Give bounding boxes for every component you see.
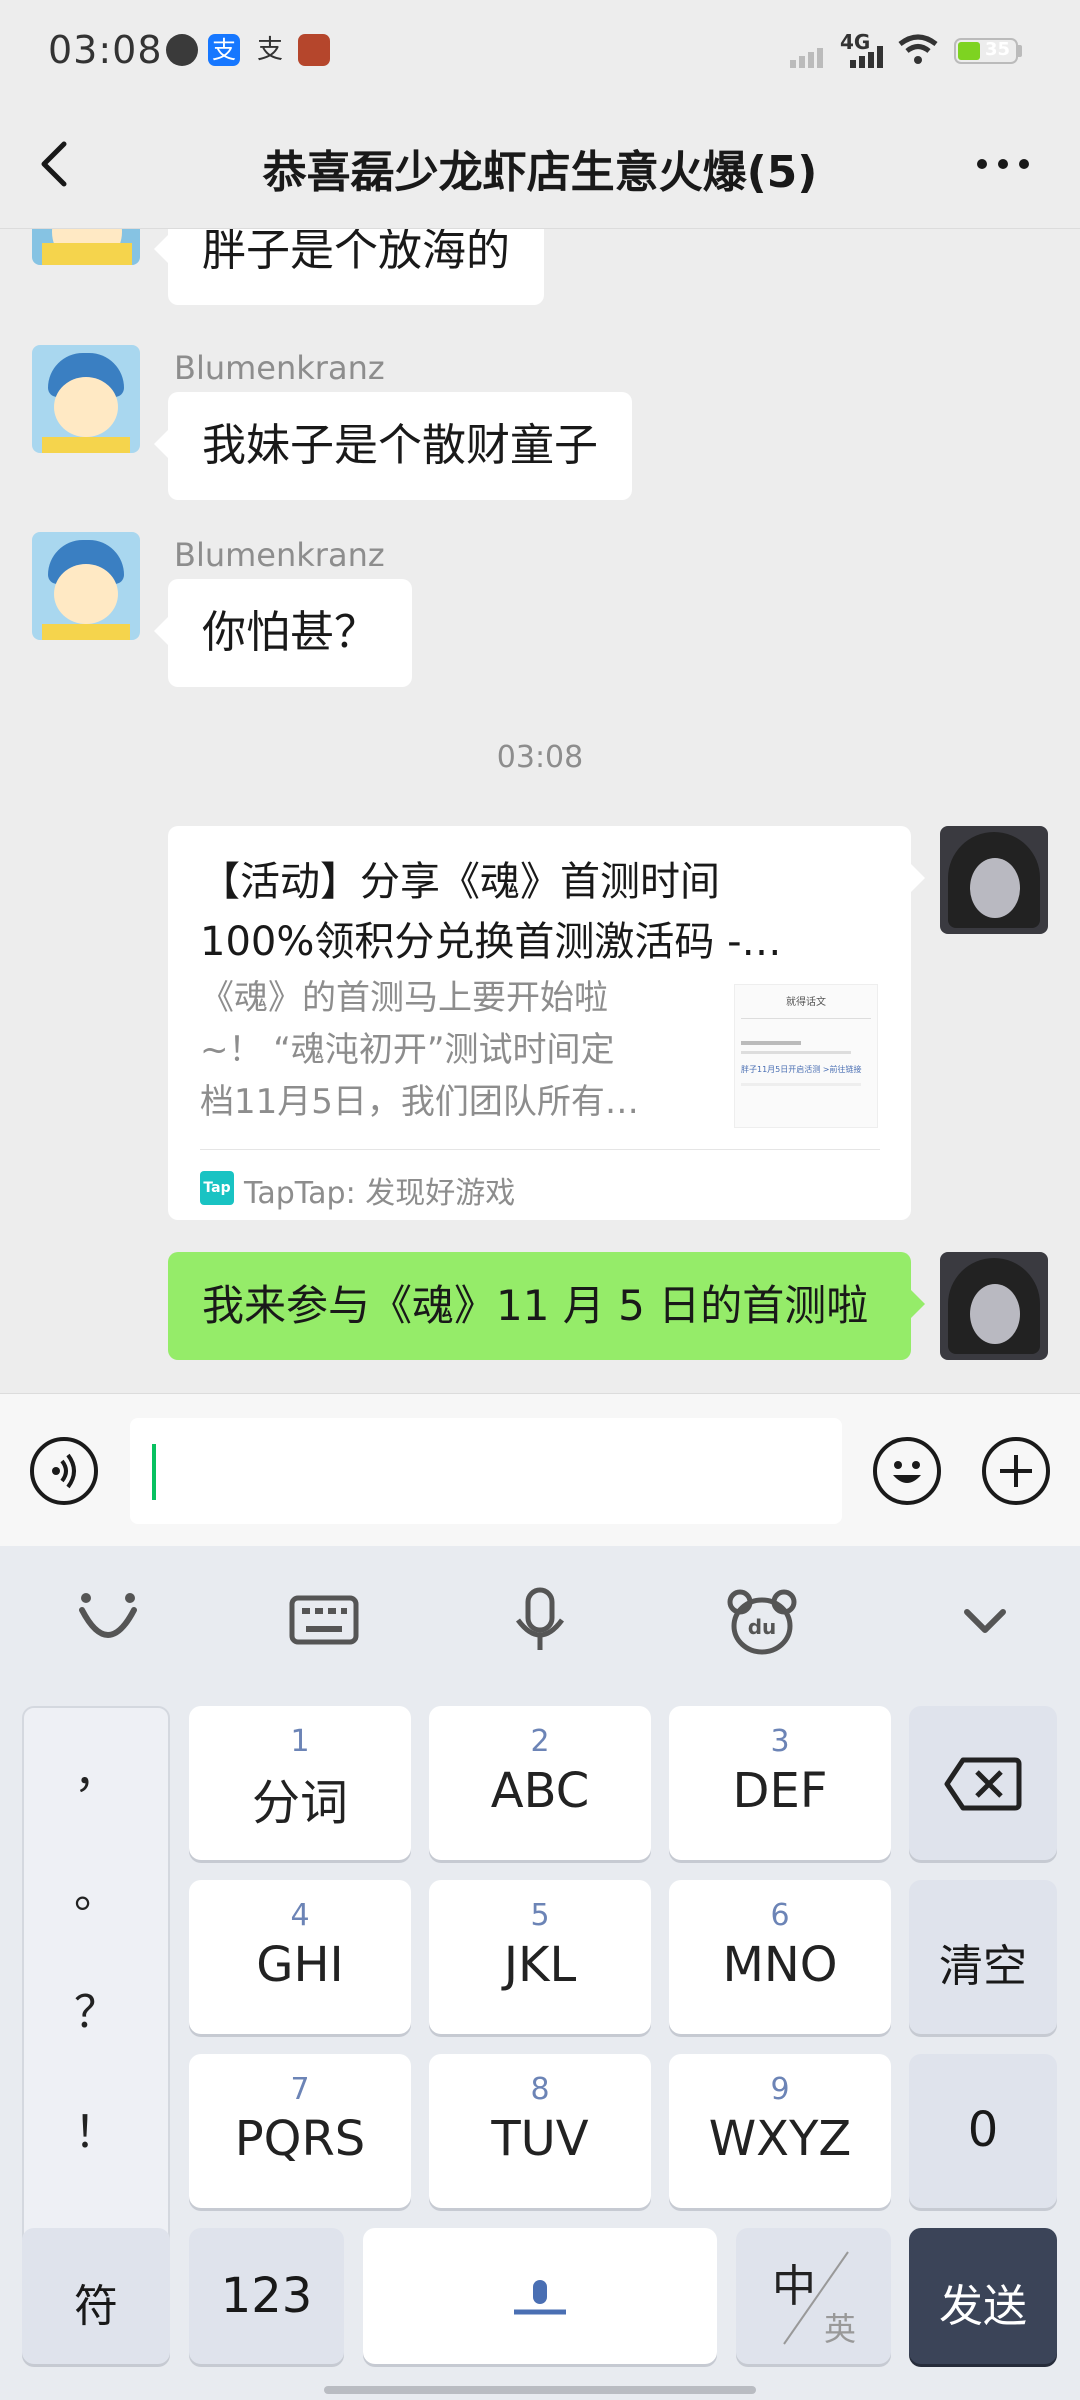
link-card-description: 《魂》的首测马上要开始啦 ~！ “魂沌初开”测试时间定 档11月5日，我们团队所…	[200, 978, 639, 1122]
chat-header: 恭喜磊少龙虾店生意火爆(5)	[0, 100, 1080, 229]
game-app-icon	[298, 34, 330, 66]
send-key[interactable]: 发送	[909, 2228, 1057, 2364]
status-bar: 03:08 支 支 4G 35	[0, 0, 1080, 100]
message-bubble[interactable]: 我妹子是个散财童子	[154, 392, 632, 500]
chat-title: 恭喜磊少龙虾店生意火爆(5)	[262, 147, 818, 198]
key-1[interactable]: 1 分词	[189, 1706, 411, 1860]
self-avatar[interactable]	[940, 1252, 1048, 1360]
key-5[interactable]: 5 JKL	[429, 1880, 651, 2034]
home-indicator[interactable]	[324, 2386, 756, 2394]
space-key[interactable]	[363, 2228, 717, 2364]
keyboard-layout-icon[interactable]	[284, 1580, 364, 1660]
divider	[200, 1149, 880, 1150]
key-8[interactable]: 8 TUV	[429, 2054, 651, 2208]
signal-weak-icon	[790, 48, 823, 68]
message-list[interactable]: 胖子是个放海的 Blumenkranz 我妹子是个散财童子 Blumenkran…	[0, 229, 1080, 1393]
backspace-key[interactable]	[909, 1706, 1057, 1860]
message-bubble[interactable]: 胖子是个放海的	[154, 229, 544, 305]
backspace-icon	[944, 1757, 1022, 1811]
key-4[interactable]: 4 GHI	[189, 1880, 411, 2034]
battery-icon: 35	[954, 38, 1018, 64]
key-7[interactable]: 7 PQRS	[189, 2054, 411, 2208]
keyboard: du ， 。 ？ ！ 1 分词 2 ABC 3 DEF 4 GHI 5 JKL 6 MNO …	[0, 1546, 1080, 2400]
text-cursor	[152, 1444, 156, 1500]
sender-name: Blumenkranz	[174, 349, 385, 387]
message-bubble[interactable]: 你怕甚？	[154, 579, 412, 687]
avatar[interactable]	[32, 532, 140, 640]
input-bar	[0, 1393, 1080, 1547]
wifi-icon	[898, 34, 938, 64]
voice-input-icon[interactable]	[30, 1437, 98, 1505]
battery-level: 35	[984, 39, 1010, 60]
taptap-icon: Tap	[200, 1171, 234, 1205]
message-input[interactable]	[130, 1418, 842, 1524]
zero-key[interactable]: 0	[909, 2054, 1057, 2208]
avatar[interactable]	[32, 345, 140, 453]
battery-tip	[1018, 45, 1022, 57]
punct-key[interactable]: 。	[24, 1856, 168, 1920]
collapse-keyboard-icon[interactable]	[945, 1580, 1025, 1660]
link-card-thumbnail: 就得话文 胖子11月5日开启活测 >前往链接	[734, 984, 878, 1128]
key-2[interactable]: 2 ABC	[429, 1706, 651, 1860]
language-switch-key[interactable]: 中 英	[736, 2228, 891, 2364]
punct-key[interactable]: ！	[24, 2096, 168, 2160]
keyboard-emoji-icon[interactable]	[68, 1580, 148, 1660]
link-card-title: 【活动】分享《魂》首测时间 100%领积分兑换首测激活码 -…	[200, 859, 782, 965]
alipay-outline-icon: 支	[256, 35, 283, 65]
punctuation-column[interactable]: ， 。 ？ ！	[22, 1706, 170, 2254]
key-6[interactable]: 6 MNO	[669, 1880, 891, 2034]
signal-icon	[850, 46, 883, 68]
link-card-source: TapTap: 发现好游戏	[244, 1176, 516, 1211]
punct-key[interactable]: ，	[24, 1736, 168, 1800]
clear-key[interactable]: 清空	[909, 1880, 1057, 2034]
add-more-icon[interactable]	[982, 1437, 1050, 1505]
emoji-icon[interactable]	[873, 1437, 941, 1505]
key-9[interactable]: 9 WXYZ	[669, 2054, 891, 2208]
key-3[interactable]: 3 DEF	[669, 1706, 891, 1860]
message-timestamp: 03:08	[496, 740, 584, 775]
keyboard-mic-icon[interactable]	[500, 1580, 580, 1660]
numbers-key[interactable]: 123	[189, 2228, 344, 2364]
alipay-icon: 支	[208, 34, 240, 66]
link-card[interactable]: 【活动】分享《魂》首测时间 100%领积分兑换首测激活码 -… 《魂》的首测马上…	[168, 826, 925, 1220]
avatar[interactable]	[32, 229, 140, 265]
outgoing-message-bubble[interactable]: 我来参与《魂》11 月 5 日的首测啦	[168, 1252, 925, 1360]
voice-space-icon	[514, 2280, 566, 2315]
status-time: 03:08	[48, 28, 163, 72]
sender-name: Blumenkranz	[174, 536, 385, 574]
baidu-input-icon[interactable]: du	[722, 1580, 802, 1660]
speed-icon	[166, 34, 198, 66]
self-avatar[interactable]	[940, 826, 1048, 934]
punct-key[interactable]: ？	[24, 1976, 168, 2040]
symbol-key[interactable]: 符	[22, 2228, 170, 2364]
svg-text:du: du	[748, 1615, 777, 1639]
more-icon[interactable]	[976, 158, 1030, 170]
